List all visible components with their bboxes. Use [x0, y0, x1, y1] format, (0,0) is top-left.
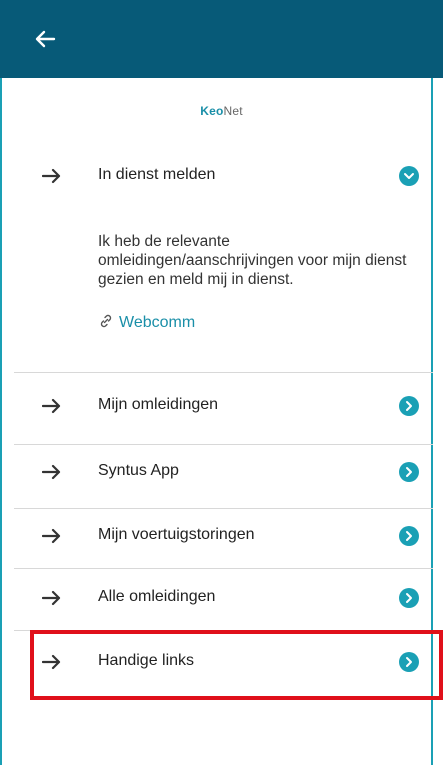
chevron-right-icon[interactable]	[399, 588, 419, 608]
app-header	[0, 0, 443, 78]
chevron-right-icon[interactable]	[399, 526, 419, 546]
menu-item-in-dienst-melden[interactable]: In dienst melden	[14, 152, 433, 204]
brand-logo: KeoNet	[0, 104, 443, 118]
brand-part-2: Net	[223, 104, 243, 118]
arrow-right-icon	[42, 590, 61, 606]
arrow-right-icon	[42, 168, 61, 184]
menu-item-label: Alle omleidingen	[98, 588, 216, 605]
chevron-right-icon[interactable]	[399, 462, 419, 482]
arrow-right-icon	[42, 654, 61, 670]
menu-item-mijn-voertuigstoringen[interactable]: Mijn voertuigstoringen	[14, 512, 433, 564]
divider	[14, 568, 433, 569]
chevron-right-icon[interactable]	[399, 652, 419, 672]
divider	[14, 508, 433, 509]
menu-item-alle-omleidingen[interactable]: Alle omleidingen	[14, 574, 433, 626]
menu-item-label: Handige links	[98, 652, 195, 669]
divider	[14, 444, 433, 445]
expanded-description: Ik heb de relevante omleidingen/aanschri…	[98, 233, 407, 288]
menu-item-label: In dienst melden	[98, 166, 216, 183]
divider	[14, 630, 433, 631]
webcomm-link-label: Webcomm	[119, 314, 196, 331]
menu-item-handige-links[interactable]: Handige links	[14, 638, 433, 690]
menu-item-mijn-omleidingen[interactable]: Mijn omleidingen	[14, 382, 433, 434]
chevron-right-icon[interactable]	[399, 396, 419, 416]
arrow-right-icon	[42, 398, 61, 414]
arrow-right-icon	[42, 464, 61, 480]
divider	[14, 372, 433, 373]
back-button[interactable]	[34, 29, 56, 49]
arrow-left-icon	[35, 30, 56, 48]
menu-item-label: Syntus App	[98, 462, 179, 479]
menu-item-label: Mijn voertuigstoringen	[98, 526, 255, 543]
menu-item-syntus-app[interactable]: Syntus App	[14, 448, 433, 500]
webcomm-link[interactable]: Webcomm	[98, 313, 195, 337]
arrow-right-icon	[42, 528, 61, 544]
chevron-down-icon[interactable]	[399, 166, 419, 186]
menu-item-label: Mijn omleidingen	[98, 396, 219, 413]
link-icon	[100, 314, 112, 328]
brand-part-1: Keo	[200, 104, 224, 118]
